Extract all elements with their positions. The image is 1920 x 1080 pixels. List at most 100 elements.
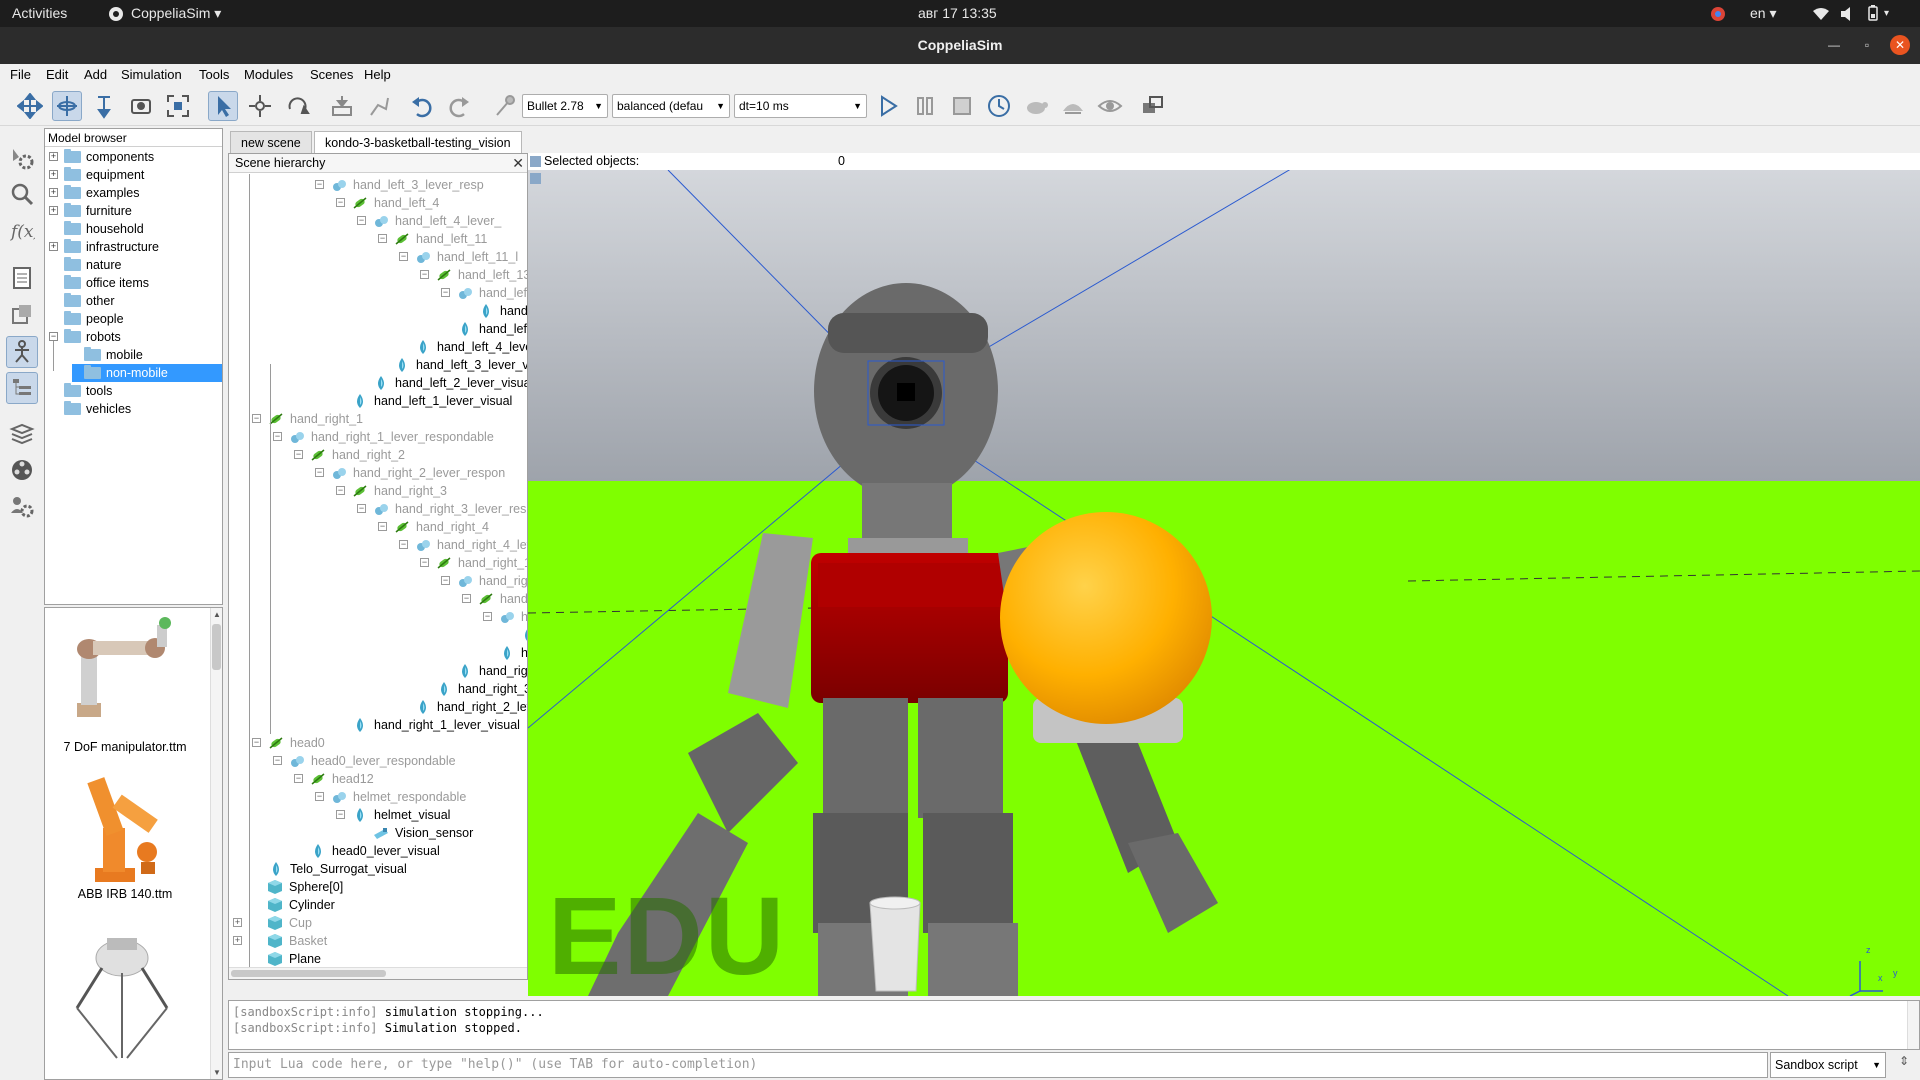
camera-angle-icon[interactable] (126, 91, 156, 121)
activities-button[interactable]: Activities (12, 0, 67, 27)
console-expand-icon[interactable]: ⇕ (1894, 1054, 1914, 1076)
collapse-toggle-icon[interactable]: − (357, 216, 366, 225)
collapse-toggle-icon[interactable]: − (441, 576, 450, 585)
model-thumbnail[interactable]: ABB IRB 140.ttm (45, 768, 210, 918)
object-rotate-icon[interactable] (282, 91, 312, 121)
expand-toggle-icon[interactable]: + (49, 188, 58, 197)
collapse-toggle-icon[interactable]: − (315, 792, 324, 801)
expand-toggle-icon[interactable]: + (49, 242, 58, 251)
video-recorder-icon[interactable] (6, 454, 38, 486)
system-menu-chevron-icon[interactable]: ▾ (1884, 0, 1889, 27)
collapse-toggle-icon[interactable]: − (420, 270, 429, 279)
assemble-icon[interactable] (327, 91, 357, 121)
model-folder-other[interactable]: other (45, 292, 222, 310)
battery-icon[interactable] (1868, 0, 1878, 27)
selection-info-collapse-icon[interactable] (530, 173, 541, 184)
search-icon[interactable] (6, 178, 38, 210)
scene-layers-icon[interactable] (1138, 91, 1168, 121)
clock[interactable]: авг 17 13:35 (918, 0, 997, 27)
collapse-toggle-icon[interactable]: − (336, 810, 345, 819)
collapse-toggle-icon[interactable]: − (462, 594, 471, 603)
menu-help[interactable]: Help (364, 64, 391, 86)
tab-new-scene[interactable]: new scene (230, 131, 312, 153)
menu-file[interactable]: File (10, 64, 31, 86)
real-time-icon[interactable] (984, 91, 1014, 121)
visualization-toggle-icon[interactable] (1095, 91, 1125, 121)
wifi-icon[interactable] (1812, 0, 1830, 27)
physics-engine-select[interactable]: Bullet 2.78 ▼ (522, 94, 608, 118)
scroll-up-icon[interactable]: ▲ (213, 610, 221, 619)
close-icon[interactable]: ✕ (512, 154, 524, 173)
collapse-toggle-icon[interactable]: − (420, 558, 429, 567)
thumbnails-scroll-thumb[interactable] (212, 624, 221, 670)
collapse-toggle-icon[interactable]: − (336, 198, 345, 207)
model-folder-robots[interactable]: − robots (45, 328, 222, 346)
menu-modules[interactable]: Modules (244, 64, 293, 86)
collapse-toggle-icon[interactable]: − (315, 180, 324, 189)
object-shift-icon[interactable] (245, 91, 275, 121)
collapse-toggle-icon[interactable]: − (483, 612, 492, 621)
3d-viewport[interactable]: EDU z x y (528, 153, 1920, 996)
pause-icon[interactable] (910, 91, 940, 121)
collapse-toggle-icon[interactable]: − (294, 450, 303, 459)
user-settings-icon[interactable] (6, 490, 38, 522)
collapse-toggle-icon[interactable]: − (357, 504, 366, 513)
model-folder-household[interactable]: household (45, 220, 222, 238)
slow-down-icon[interactable] (1021, 91, 1051, 121)
model-folder-office-items[interactable]: office items (45, 274, 222, 292)
menu-edit[interactable]: Edit (46, 64, 68, 86)
chrome-indicator-icon[interactable] (1710, 0, 1726, 27)
tab-kondo-scene[interactable]: kondo-3-basketball-testing_vision (314, 131, 522, 153)
app-menu-button[interactable]: CoppeliaSim ▾ (131, 0, 221, 27)
redo-icon[interactable] (444, 91, 474, 121)
scene-hierarchy-scrollbar[interactable] (229, 967, 527, 979)
collapse-toggle-icon[interactable]: − (441, 288, 450, 297)
model-folder-infrastructure[interactable]: + infrastructure (45, 238, 222, 256)
menu-scenes[interactable]: Scenes (310, 64, 353, 86)
collapse-toggle-icon[interactable]: − (294, 774, 303, 783)
scene-hierarchy-scroll-thumb[interactable] (231, 970, 386, 977)
collapse-toggle-icon[interactable]: − (273, 756, 282, 765)
volume-icon[interactable] (1840, 0, 1854, 27)
thumbnails-scrollbar[interactable]: ▲ ▼ (210, 608, 222, 1079)
minimize-icon[interactable]: — (1824, 35, 1844, 55)
expand-toggle-icon[interactable]: − (49, 332, 58, 341)
language-indicator[interactable]: en ▾ (1750, 0, 1777, 27)
collapse-toggle-icon[interactable]: − (273, 432, 282, 441)
engine-mode-select[interactable]: balanced (defau ▼ (612, 94, 730, 118)
menu-tools[interactable]: Tools (199, 64, 229, 86)
collapse-toggle-icon[interactable]: − (378, 522, 387, 531)
model-thumbnail[interactable] (45, 928, 210, 1078)
layers-icon[interactable] (6, 418, 38, 450)
model-folder-mobile[interactable]: mobile (72, 346, 222, 364)
maximize-icon[interactable]: ▫ (1857, 35, 1877, 55)
lua-command-input[interactable]: Input Lua code here, or type "help()" (u… (228, 1052, 1768, 1078)
click-select-icon[interactable] (208, 91, 238, 121)
expand-toggle-icon[interactable]: + (49, 152, 58, 161)
menu-simulation[interactable]: Simulation (121, 64, 182, 86)
expand-toggle-icon[interactable]: + (233, 918, 242, 927)
scroll-down-icon[interactable]: ▼ (213, 1068, 221, 1077)
model-folder-components[interactable]: + components (45, 148, 222, 166)
camera-pan-icon[interactable] (15, 91, 45, 121)
collapse-toggle-icon[interactable]: − (399, 252, 408, 261)
model-folder-people[interactable]: people (45, 310, 222, 328)
speed-up-icon[interactable] (1058, 91, 1088, 121)
expand-toggle-icon[interactable]: + (49, 206, 58, 215)
stop-icon[interactable] (947, 91, 977, 121)
camera-rotate-icon[interactable] (52, 91, 82, 121)
model-folder-equipment[interactable]: + equipment (45, 166, 222, 184)
transfer-dna-icon[interactable] (364, 91, 394, 121)
function-calculator-icon[interactable]: f(x) (6, 214, 38, 246)
model-folder-nature[interactable]: nature (45, 256, 222, 274)
undo-icon[interactable] (407, 91, 437, 121)
model-browser-toggle-icon[interactable] (6, 336, 38, 368)
model-folder-examples[interactable]: + examples (45, 184, 222, 202)
close-icon[interactable]: ✕ (1890, 35, 1910, 55)
simulation-settings-icon[interactable] (6, 142, 38, 174)
collapse-toggle-icon[interactable]: − (252, 738, 261, 747)
expand-toggle-icon[interactable]: + (233, 936, 242, 945)
model-thumbnail[interactable]: 7 DoF manipulator.ttm (45, 608, 210, 758)
console-scrollbar[interactable] (1907, 1001, 1919, 1049)
collapse-toggle-icon[interactable]: − (252, 414, 261, 423)
